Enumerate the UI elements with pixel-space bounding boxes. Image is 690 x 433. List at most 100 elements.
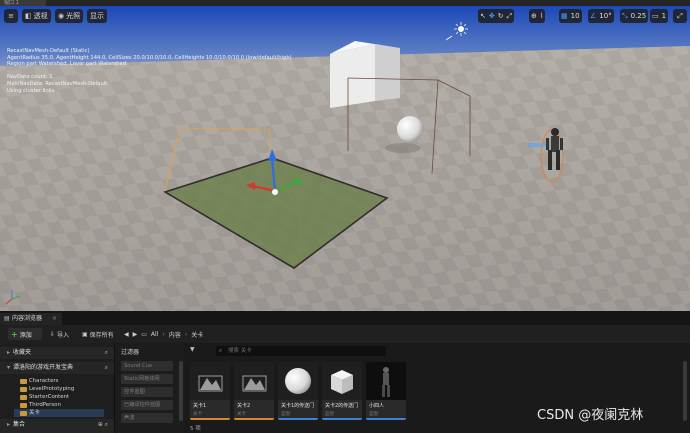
filter-icon[interactable]: ▼ xyxy=(190,346,195,353)
stats-line: NavData count: 1 xyxy=(7,74,53,81)
white-cube[interactable] xyxy=(330,41,400,108)
grid-icon: ▦ xyxy=(561,12,568,20)
lit-icon: ◉ xyxy=(58,12,65,20)
perspective-icon: ◧ xyxy=(25,12,32,20)
add-button[interactable]: + 添加 xyxy=(8,328,42,340)
tree-folder[interactable]: LevelPrototyping xyxy=(20,385,74,393)
filters-scrollbar[interactable] xyxy=(179,361,183,421)
stats-line: AgentRadius 35.0, AgentHeight 144.0, Cel… xyxy=(7,54,292,61)
tree-folder[interactable]: ThirdPerson xyxy=(20,401,61,409)
asset-scrollbar[interactable] xyxy=(683,361,687,421)
filter-item[interactable]: Static网格体网 xyxy=(121,374,173,384)
lit-mode-button[interactable]: ◉ 光照 xyxy=(55,9,84,23)
content-browser-tab[interactable]: ▤ 内容浏览器 × xyxy=(0,313,62,325)
folder-icon: ▭ xyxy=(141,330,147,338)
stats-line xyxy=(7,68,292,75)
cube-icon xyxy=(322,362,362,400)
chevron-right-icon: › xyxy=(184,330,188,338)
filter-item[interactable]: Sound Cue xyxy=(121,361,173,371)
surface-snap-icon[interactable]: ⌇ xyxy=(540,12,543,20)
filters-panel: 过滤器 Sound Cue Static网格体网 控件蓝图 已编译控件蓝图 声波 xyxy=(114,343,184,433)
asset-tile[interactable]: 关卡1 关卡 xyxy=(190,362,230,420)
editor-root: 视口 1 RecastNavMesh-Default (Static) Agen… xyxy=(0,0,690,433)
breadcrumb-item[interactable]: All xyxy=(151,331,158,338)
level-icon xyxy=(190,362,230,400)
stats-line: Region part Watershed, Layer part Waters… xyxy=(7,61,127,68)
add-collection-icon[interactable]: ⊕ ⌕ xyxy=(98,419,108,431)
show-button[interactable]: 显示 xyxy=(87,9,107,23)
folder-icon xyxy=(20,386,27,392)
transform-mode-group: ↖ ✥ ↻ ⤢ xyxy=(478,9,515,23)
asset-tile[interactable]: 关卡2的传送门 蓝图 xyxy=(322,362,362,420)
tree-folder[interactable]: Characters xyxy=(20,377,58,385)
tree-folder-selected[interactable]: 关卡 xyxy=(20,409,40,417)
navmesh-stats: RecastNavMesh-Default (Static) AgentRadi… xyxy=(7,48,292,94)
globe-icon[interactable]: ⊕ xyxy=(531,12,537,20)
close-icon[interactable]: × xyxy=(52,313,57,325)
maximize-button[interactable]: ⤢ xyxy=(673,9,687,23)
breadcrumb-item[interactable]: 内容 xyxy=(169,330,181,339)
search-icon: ⌕ xyxy=(219,348,223,354)
search-input[interactable]: ⌕ 搜索 关卡 xyxy=(216,346,386,356)
sphere-icon xyxy=(278,362,318,400)
stats-line: RecastNavMesh-Default (Static) xyxy=(7,48,90,54)
scale-icon[interactable]: ⤢ xyxy=(507,12,513,21)
perspective-button[interactable]: ◧ 透视 xyxy=(22,9,51,23)
history-forward-icon[interactable]: ▶ xyxy=(133,331,138,338)
camera-icon: ▭ xyxy=(652,12,659,20)
collections-header[interactable]: ▸ 集合 ⊕ ⌕ xyxy=(0,419,114,433)
content-browser-toolbar: +添加 ⇩导入 ▣保存所有 ◀ ▶ ▭ All › 内容 › 关卡 ⚙设置 xyxy=(0,325,690,351)
select-icon[interactable]: ↖ xyxy=(480,12,486,20)
folder-icon xyxy=(20,394,27,400)
rotation-snap-group[interactable]: ∠ 10° xyxy=(588,9,614,23)
tree-folder[interactable]: StarterContent xyxy=(20,393,69,401)
viewport-menu-button[interactable]: ≡ xyxy=(4,9,18,23)
chevron-right-icon: ▸ xyxy=(7,349,11,356)
grid-snap-group[interactable]: ▦ 10 xyxy=(559,9,582,23)
translate-icon[interactable]: ✥ xyxy=(489,12,495,20)
import-icon: ⇩ xyxy=(50,330,56,338)
asset-tile[interactable]: 关卡1的传送门 蓝图 xyxy=(278,362,318,420)
camera-speed-group[interactable]: ▭ 1 xyxy=(650,9,669,23)
character-icon xyxy=(366,362,406,400)
level-viewport[interactable]: RecastNavMesh-Default (Static) AgentRadi… xyxy=(0,6,690,311)
level-icon xyxy=(234,362,274,400)
asset-tile[interactable]: 小四人 蓝图 xyxy=(366,362,406,420)
import-button[interactable]: ⇩ 导入 xyxy=(50,328,69,340)
scale-snap-group[interactable]: ⤡ 0.25 xyxy=(620,9,649,23)
stats-line: Using cluster links xyxy=(7,87,55,94)
rotate-icon[interactable]: ↻ xyxy=(498,12,504,20)
breadcrumb-item[interactable]: 关卡 xyxy=(191,330,203,339)
white-sphere[interactable] xyxy=(397,116,423,142)
coordinate-space-group: ⊕ ⌇ xyxy=(529,9,546,23)
viewport-toolbar: ≡ ◧ 透视 ◉ 光照 显示 ↖ ✥ ↻ ⤢ ⊕ ⌇ ▦ 10 ∠ 10° ⤡ 0.… xyxy=(0,6,690,26)
filters-title: 过滤器 xyxy=(121,349,140,356)
filter-item[interactable]: 声波 xyxy=(121,413,173,423)
chevron-down-icon: ▾ xyxy=(7,364,11,371)
scale-snap-icon: ⤡ xyxy=(622,11,628,20)
sources-panel: ▸ 收藏夹 ⌕ ▾ 谭洛阳的游戏开发宝典 ⌕ Characters LevelProto… xyxy=(0,343,114,433)
search-icon[interactable]: ⌕ xyxy=(105,362,108,374)
item-count: 5 项 xyxy=(190,426,201,432)
filter-item[interactable]: 控件蓝图 xyxy=(121,387,173,397)
save-icon: ▣ xyxy=(82,330,88,338)
asset-tile[interactable]: 关卡2 关卡 xyxy=(234,362,274,420)
chevron-right-icon: ▸ xyxy=(7,421,11,428)
favorites-header[interactable]: ▸ 收藏夹 ⌕ xyxy=(0,347,114,359)
search-icon[interactable]: ⌕ xyxy=(105,347,108,359)
content-browser-tabbar: ▤ 内容浏览器 × xyxy=(0,311,690,325)
project-header[interactable]: ▾ 谭洛阳的游戏开发宝典 ⌕ xyxy=(0,362,114,374)
history-back-icon[interactable]: ◀ xyxy=(124,331,129,338)
folder-icon: ▤ xyxy=(4,315,10,322)
maximize-icon: ⤢ xyxy=(677,11,683,20)
folder-icon xyxy=(20,410,27,416)
stats-line: MainNavData: RecastNavMesh-Default xyxy=(7,80,108,87)
save-all-button[interactable]: ▣ 保存所有 xyxy=(82,328,114,340)
folder-icon xyxy=(20,378,27,384)
watermark: CSDN @夜阑克林 xyxy=(537,408,644,423)
hamburger-icon: ≡ xyxy=(8,12,14,20)
plus-icon: + xyxy=(11,329,18,339)
breadcrumb: ◀ ▶ ▭ All › 内容 › 关卡 xyxy=(124,328,203,340)
chevron-right-icon: › xyxy=(162,330,165,338)
filter-item[interactable]: 已编译控件蓝图 xyxy=(121,400,173,410)
